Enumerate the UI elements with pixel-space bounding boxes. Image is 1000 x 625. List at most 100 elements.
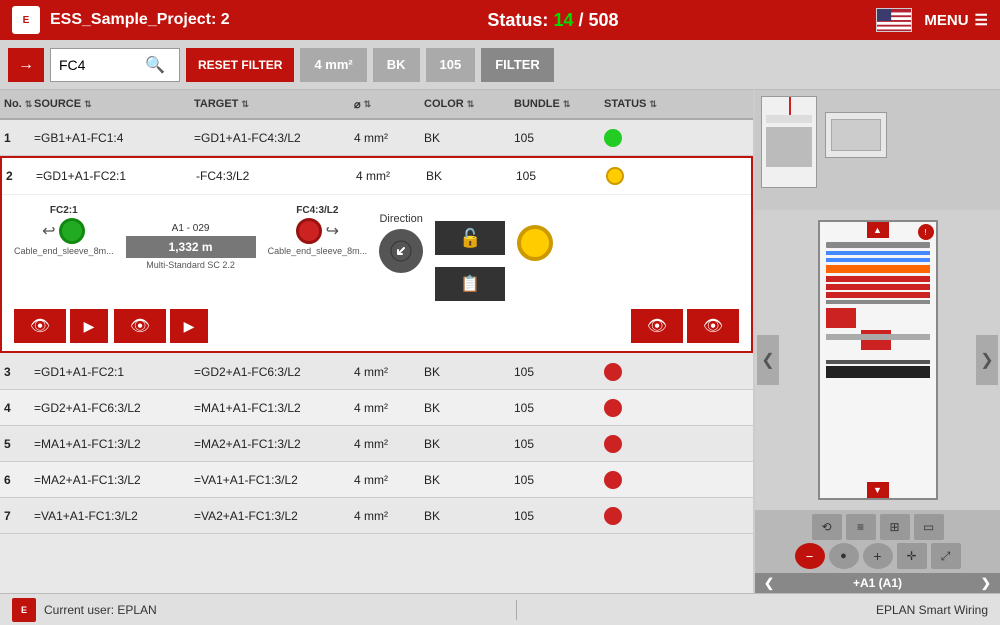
main-area: No. ⇅ SOURCE ⇅ TARGET ⇅ ⌀ ⇅ COLOR ⇅ BUND… bbox=[0, 90, 1000, 593]
ctrl-btn-grid[interactable]: ⊞ bbox=[880, 514, 910, 540]
table-row[interactable]: 4 =GD2+A1-FC6:3/L2 =MA1+A1-FC1:3/L2 4 mm… bbox=[0, 390, 753, 426]
cabinet-prev-btn[interactable]: ❮ bbox=[758, 576, 780, 590]
ctrl-btn-plus[interactable]: + bbox=[863, 543, 893, 569]
table-row[interactable]: 7 =VA1+A1-FC1:3/L2 =VA2+A1-FC1:3/L2 4 mm… bbox=[0, 498, 753, 534]
cable-diagram: FC2:1 ↩ Cable_end_sleeve_8m... A1 - 029 bbox=[14, 205, 739, 301]
sort-icon-bundle: ⇅ bbox=[563, 99, 571, 110]
status-indicator bbox=[517, 225, 553, 261]
controls-row-2: − ● + ✛ ⤢ bbox=[761, 543, 994, 569]
col-status[interactable]: STATUS ⇅ bbox=[604, 98, 684, 110]
row-6-diameter: 4 mm² bbox=[354, 473, 424, 487]
table-row[interactable]: 6 =MA2+A1-FC1:3/L2 =VA1+A1-FC1:3/L2 4 mm… bbox=[0, 462, 753, 498]
row-3-color: BK bbox=[424, 365, 514, 379]
eye-btn-1[interactable]: 👁 bbox=[14, 309, 66, 343]
ctrl-btn-expand[interactable]: ⤢ bbox=[931, 543, 961, 569]
row-5-color: BK bbox=[424, 437, 514, 451]
filter-chip-color[interactable]: BK bbox=[373, 48, 420, 82]
cabinet-next-btn[interactable]: ❯ bbox=[975, 576, 997, 590]
direction-icon bbox=[390, 240, 412, 262]
row-5-diameter: 4 mm² bbox=[354, 437, 424, 451]
current-user-label: Current user: EPLAN bbox=[44, 603, 157, 617]
table-row-expanded[interactable]: 2 =GD1+A1-FC2:1 -FC4:3/L2 4 mm² BK 105 F… bbox=[0, 156, 753, 353]
ctrl-btn-list[interactable]: ≡ bbox=[846, 514, 876, 540]
row-4-color: BK bbox=[424, 401, 514, 415]
cable-id: A1 - 029 bbox=[172, 223, 210, 234]
footer-left: E Current user: EPLAN bbox=[12, 598, 157, 622]
table-row[interactable]: 3 =GD1+A1-FC2:1 =GD2+A1-FC6:3/L2 4 mm² B… bbox=[0, 354, 753, 390]
table-row[interactable]: 5 =MA1+A1-FC1:3/L2 =MA2+A1-FC1:3/L2 4 mm… bbox=[0, 426, 753, 462]
cabinet-thumb-small bbox=[761, 96, 817, 188]
lock-button[interactable]: 🔓 bbox=[435, 221, 505, 255]
row-1-bundle: 105 bbox=[514, 131, 604, 145]
status-separator: / bbox=[579, 10, 584, 30]
ctrl-btn-circle[interactable]: ● bbox=[829, 543, 859, 569]
row-7-bundle: 105 bbox=[514, 509, 604, 523]
eye-btn-4[interactable]: 👁 bbox=[687, 309, 739, 343]
connector-green bbox=[59, 218, 85, 244]
cabinet-label-bar: ❮ +A1 (A1) ❯ bbox=[755, 573, 1000, 593]
ctrl-btn-window[interactable]: ▭ bbox=[914, 514, 944, 540]
cabinet-scroll-up[interactable]: ▲ bbox=[867, 222, 889, 238]
yellow-dot-large bbox=[517, 225, 553, 261]
row-2-no: 2 bbox=[6, 169, 36, 183]
sort-icon-diameter: ⇅ bbox=[364, 99, 372, 110]
menu-button[interactable]: MENU ☰ bbox=[924, 11, 988, 29]
sort-icon-target: ⇅ bbox=[241, 99, 249, 110]
direction-btn[interactable] bbox=[379, 229, 423, 273]
ctrl-btn-minus[interactable]: − bbox=[795, 543, 825, 569]
right-segment: FC4:3/L2 ↪ Cable_end_sleeve_8m... bbox=[268, 205, 368, 256]
ctrl-btn-move[interactable]: ✛ bbox=[897, 543, 927, 569]
search-icon[interactable]: 🔍 bbox=[145, 55, 165, 75]
row-4-target: =MA1+A1-FC1:3/L2 bbox=[194, 401, 354, 415]
doc-button[interactable]: 📋 bbox=[435, 267, 505, 301]
connector-red bbox=[296, 218, 322, 244]
arrow-from: ↩ bbox=[42, 221, 55, 241]
row-7-no: 7 bbox=[4, 509, 34, 523]
nav-arrow-button[interactable]: → bbox=[8, 48, 44, 82]
expanded-row-header: 2 =GD1+A1-FC2:1 -FC4:3/L2 4 mm² BK 105 bbox=[2, 158, 751, 194]
doc-icon: 📋 bbox=[460, 274, 480, 294]
right-btn-group: 👁 👁 bbox=[631, 309, 739, 343]
sort-icon-status: ⇅ bbox=[649, 99, 657, 110]
filter-chip-bundle[interactable]: 105 bbox=[426, 48, 476, 82]
row-2-target: -FC4:3/L2 bbox=[196, 169, 356, 183]
app-header: E ESS_Sample_Project: 2 Status: 14 / 508… bbox=[0, 0, 1000, 40]
filter-chip-diameter[interactable]: 4 mm² bbox=[300, 48, 366, 82]
eye-btn-2[interactable]: 👁 bbox=[114, 309, 166, 343]
row-1-status bbox=[604, 129, 622, 147]
mid-btn-group: 👁 ▶ bbox=[114, 309, 208, 343]
row-4-bundle: 105 bbox=[514, 401, 604, 415]
row-4-status bbox=[604, 399, 622, 417]
col-color[interactable]: COLOR ⇅ bbox=[424, 98, 514, 110]
col-source[interactable]: SOURCE ⇅ bbox=[34, 98, 194, 110]
notch-indicator: ! bbox=[918, 224, 934, 240]
row-1-target: =GD1+A1-FC4:3/L2 bbox=[194, 131, 354, 145]
row-1-diameter: 4 mm² bbox=[354, 131, 424, 145]
col-diameter[interactable]: ⌀ ⇅ bbox=[354, 98, 424, 111]
action-button-row: 👁 ▶ 👁 ▶ 👁 👁 bbox=[14, 309, 739, 343]
play-btn-1[interactable]: ▶ bbox=[70, 309, 108, 343]
cabinet-nav-right[interactable]: ❯ bbox=[976, 335, 998, 385]
right-panel: ❮ ❯ ▲ ! bbox=[755, 90, 1000, 593]
reset-filter-button[interactable]: RESET FILTER bbox=[186, 48, 294, 82]
cabinet-scroll-down[interactable]: ▼ bbox=[867, 482, 889, 498]
col-bundle[interactable]: BUNDLE ⇅ bbox=[514, 98, 604, 110]
row-6-source: =MA2+A1-FC1:3/L2 bbox=[34, 473, 194, 487]
ctrl-btn-rotate[interactable]: ⟲ bbox=[812, 514, 842, 540]
eplan-logo: E bbox=[12, 6, 40, 34]
filter-button[interactable]: FILTER bbox=[481, 48, 554, 82]
direction-label: Direction bbox=[379, 213, 422, 225]
play-btn-2[interactable]: ▶ bbox=[170, 309, 208, 343]
cabinet-nav-left[interactable]: ❮ bbox=[757, 335, 779, 385]
row-4-source: =GD2+A1-FC6:3/L2 bbox=[34, 401, 194, 415]
project-title: ESS_Sample_Project: 2 bbox=[50, 11, 230, 29]
eye-btn-3[interactable]: 👁 bbox=[631, 309, 683, 343]
table-row[interactable]: 1 =GB1+A1-FC1:4 =GD1+A1-FC4:3/L2 4 mm² B… bbox=[0, 120, 753, 156]
search-input[interactable] bbox=[59, 57, 139, 73]
row-3-target: =GD2+A1-FC6:3/L2 bbox=[194, 365, 354, 379]
col-no[interactable]: No. ⇅ bbox=[4, 98, 34, 110]
menu-label: MENU bbox=[924, 12, 968, 29]
cable-bar-wrap: A1 - 029 1,332 m Multi-Standard SC 2.2 bbox=[126, 223, 256, 270]
row-4-diameter: 4 mm² bbox=[354, 401, 424, 415]
col-target[interactable]: TARGET ⇅ bbox=[194, 98, 354, 110]
